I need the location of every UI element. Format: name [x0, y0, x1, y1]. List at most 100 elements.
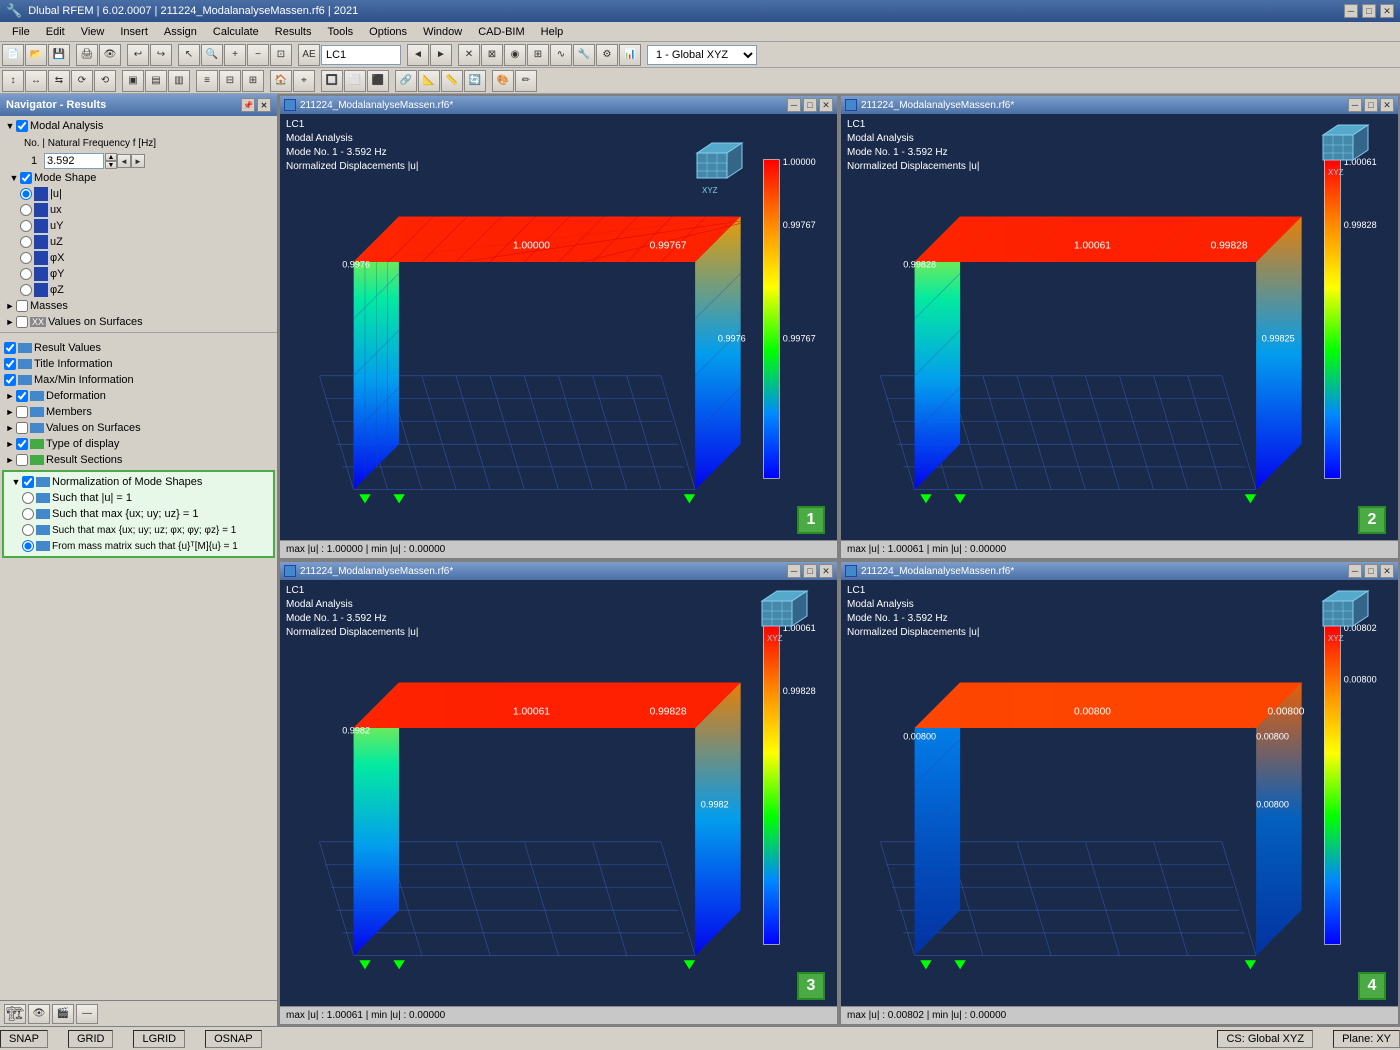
- freq-down-arrow[interactable]: ▼: [105, 161, 117, 169]
- tb-new[interactable]: 📄: [2, 44, 24, 66]
- tb2-1[interactable]: ↕: [2, 70, 24, 92]
- tb-zoomin[interactable]: +: [224, 44, 246, 66]
- view-body-3[interactable]: LC1 Modal Analysis Mode No. 1 - 3.592 Hz…: [280, 580, 837, 1024]
- nav-type-display[interactable]: ► Type of display: [0, 436, 277, 452]
- nav-uy[interactable]: uY: [16, 218, 277, 234]
- tb-select[interactable]: ↖: [178, 44, 200, 66]
- maxmin-checkbox[interactable]: [4, 374, 16, 386]
- nav-title-info[interactable]: Title Information: [0, 356, 277, 372]
- menu-calculate[interactable]: Calculate: [205, 24, 267, 40]
- menu-edit[interactable]: Edit: [38, 24, 73, 40]
- mode-shape-phiz-radio[interactable]: [20, 284, 32, 296]
- mode-shape-phiy-radio[interactable]: [20, 268, 32, 280]
- tb-c3[interactable]: ◉: [504, 44, 526, 66]
- menu-cad-bim[interactable]: CAD-BIM: [470, 24, 532, 40]
- view-2-minimize[interactable]: ─: [1348, 98, 1362, 112]
- nav-norm-max-all[interactable]: Such that max {ux; uy; uz; φx; φy; φz} =…: [18, 522, 271, 538]
- close-button[interactable]: ✕: [1380, 4, 1394, 18]
- menu-options[interactable]: Options: [361, 24, 415, 40]
- view-2-maximize[interactable]: □: [1364, 98, 1378, 112]
- tb-b1[interactable]: AE: [298, 44, 320, 66]
- mode-shape-checkbox[interactable]: [20, 172, 32, 184]
- nav-btn-3[interactable]: 🎬: [52, 1004, 74, 1024]
- nav-close-button[interactable]: ✕: [257, 98, 271, 112]
- lc-input[interactable]: LC1: [321, 45, 401, 65]
- nav-norm-u1[interactable]: Such that |u| = 1: [18, 490, 271, 506]
- menu-tools[interactable]: Tools: [319, 24, 361, 40]
- nav-maxmin-info[interactable]: Max/Min Information: [0, 372, 277, 388]
- tb-c4[interactable]: ⊞: [527, 44, 549, 66]
- type-display-checkbox[interactable]: [16, 438, 28, 450]
- tb2-8[interactable]: ▥: [168, 70, 190, 92]
- menu-file[interactable]: File: [4, 24, 38, 40]
- tb-print[interactable]: 🖨: [76, 44, 98, 66]
- view-4-minimize[interactable]: ─: [1348, 564, 1362, 578]
- deformation-checkbox[interactable]: [16, 390, 28, 402]
- tb2-12[interactable]: 🏠: [270, 70, 292, 92]
- tb-c7[interactable]: ⚙: [596, 44, 618, 66]
- nav-members[interactable]: ► Members: [0, 404, 277, 420]
- nav-modal-analysis[interactable]: ▼ Modal Analysis: [0, 118, 277, 134]
- nav-pin-button[interactable]: 📌: [241, 98, 255, 112]
- menu-view[interactable]: View: [73, 24, 113, 40]
- view-3-maximize[interactable]: □: [803, 564, 817, 578]
- values-surfaces2-checkbox[interactable]: [16, 422, 28, 434]
- tb2-3[interactable]: ⇆: [48, 70, 70, 92]
- freq-right-btn[interactable]: ►: [131, 154, 145, 168]
- view-4-maximize[interactable]: □: [1364, 564, 1378, 578]
- norm-max-uvec-radio[interactable]: [22, 508, 34, 520]
- norm-u1-radio[interactable]: [22, 492, 34, 504]
- mode-shape-ux-radio[interactable]: [20, 204, 32, 216]
- tb2-18[interactable]: 📐: [418, 70, 440, 92]
- nav-u-abs[interactable]: |u|: [16, 186, 277, 202]
- view-body-4[interactable]: LC1 Modal Analysis Mode No. 1 - 3.592 Hz…: [841, 580, 1398, 1024]
- nav-values-surfaces[interactable]: ► XX Values on Surfaces: [0, 314, 277, 330]
- result-values-checkbox[interactable]: [4, 342, 16, 354]
- tb-undo[interactable]: ↩: [127, 44, 149, 66]
- freq-left-btn[interactable]: ◄: [117, 154, 131, 168]
- view-3-minimize[interactable]: ─: [787, 564, 801, 578]
- menu-insert[interactable]: Insert: [112, 24, 156, 40]
- tb2-21[interactable]: 🎨: [492, 70, 514, 92]
- mode-shape-phix-radio[interactable]: [20, 252, 32, 264]
- nav-norm-mass[interactable]: From mass matrix such that {u}ᵀ[M]{u} = …: [18, 538, 271, 554]
- norm-mass-radio[interactable]: [22, 540, 34, 552]
- nav-ux[interactable]: ux: [16, 202, 277, 218]
- tb2-17[interactable]: 🔗: [395, 70, 417, 92]
- nav-result-values[interactable]: Result Values: [0, 340, 277, 356]
- nav-masses[interactable]: ► Masses: [0, 298, 277, 314]
- tb2-13[interactable]: ⌖: [293, 70, 315, 92]
- tb-zoomfit[interactable]: ⊡: [270, 44, 292, 66]
- view-1-minimize[interactable]: ─: [787, 98, 801, 112]
- tb2-10[interactable]: ⊟: [219, 70, 241, 92]
- menu-results[interactable]: Results: [267, 24, 320, 40]
- tb2-7[interactable]: ▤: [145, 70, 167, 92]
- view-2-close[interactable]: ✕: [1380, 98, 1394, 112]
- tb-save[interactable]: 💾: [48, 44, 70, 66]
- tb-zoom[interactable]: 🔍: [201, 44, 223, 66]
- tb-redo[interactable]: ↪: [150, 44, 172, 66]
- mode-shape-uz-radio[interactable]: [20, 236, 32, 248]
- maximize-button[interactable]: □: [1362, 4, 1376, 18]
- tb2-9[interactable]: ≡: [196, 70, 218, 92]
- tb2-11[interactable]: ⊞: [242, 70, 264, 92]
- tb2-22[interactable]: ✏: [515, 70, 537, 92]
- tb-arrow-left[interactable]: ◄: [407, 44, 429, 66]
- mode-shape-uy-radio[interactable]: [20, 220, 32, 232]
- tb2-16[interactable]: ⬛: [367, 70, 389, 92]
- tb2-4[interactable]: ⟳: [71, 70, 93, 92]
- tb2-20[interactable]: 🔄: [464, 70, 486, 92]
- status-lgrid[interactable]: LGRID: [133, 1030, 185, 1048]
- status-osnap[interactable]: OSNAP: [205, 1030, 262, 1048]
- view-1-close[interactable]: ✕: [819, 98, 833, 112]
- nav-norm-max-uvec[interactable]: Such that max {ux; uy; uz} = 1: [18, 506, 271, 522]
- norm-max-all-radio[interactable]: [22, 524, 34, 536]
- tb-zoomout[interactable]: −: [247, 44, 269, 66]
- title-info-checkbox[interactable]: [4, 358, 16, 370]
- nav-result-sections[interactable]: ► Result Sections: [0, 452, 277, 468]
- tb-c5[interactable]: ∿: [550, 44, 572, 66]
- view-body-1[interactable]: LC1 Modal Analysis Mode No. 1 - 3.592 Hz…: [280, 114, 837, 558]
- tb-c2[interactable]: ⊠: [481, 44, 503, 66]
- tb2-15[interactable]: ⬜: [344, 70, 366, 92]
- nav-values-surfaces2[interactable]: ► Values on Surfaces: [0, 420, 277, 436]
